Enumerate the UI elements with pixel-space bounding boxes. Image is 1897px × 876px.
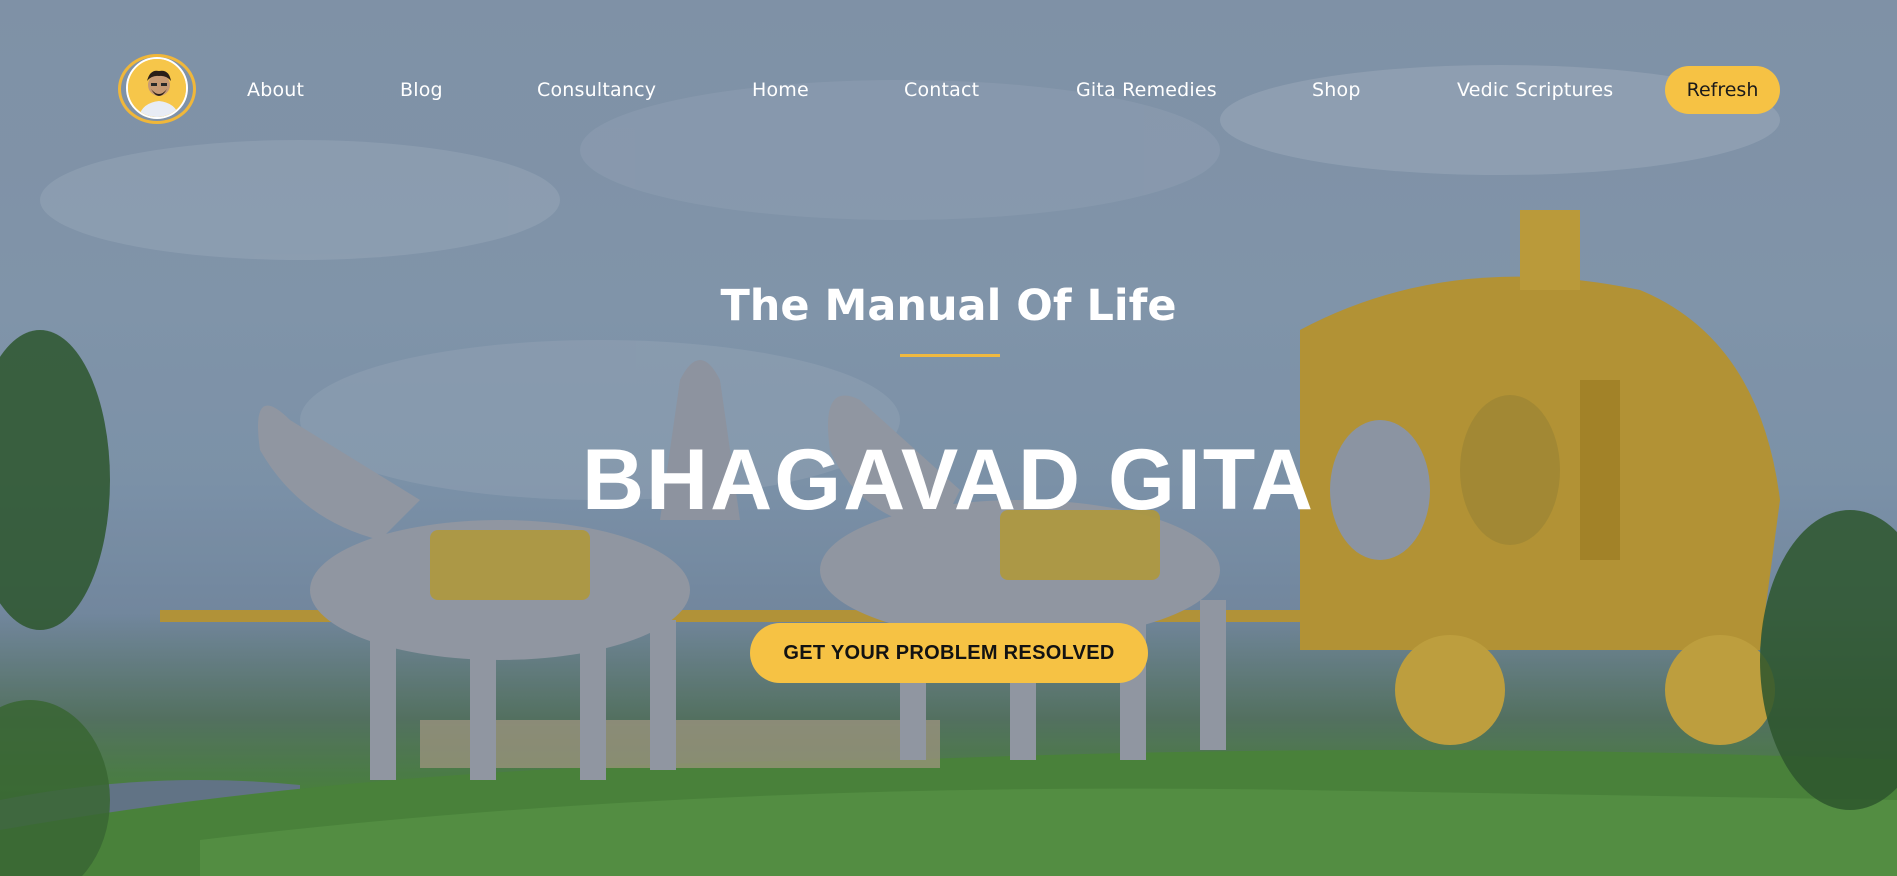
nav-item-consultancy[interactable]: Consultancy	[537, 78, 656, 102]
nav-item-about[interactable]: About	[247, 78, 304, 102]
profile-avatar-icon	[126, 57, 188, 119]
nav-item-home[interactable]: Home	[752, 78, 809, 102]
get-problem-resolved-button[interactable]: GET YOUR PROBLEM RESOLVED	[750, 623, 1148, 683]
hero-tagline: The Manual Of Life	[720, 281, 1177, 331]
nav-item-contact[interactable]: Contact	[904, 78, 979, 102]
hero-section: About Blog Consultancy Home Contact Gita…	[0, 0, 1897, 876]
nav-item-blog[interactable]: Blog	[400, 78, 443, 102]
nav-item-vedic-scriptures[interactable]: Vedic Scriptures	[1457, 78, 1613, 102]
top-navigation: About Blog Consultancy Home Contact Gita…	[0, 0, 1897, 180]
nav-item-gita-remedies[interactable]: Gita Remedies	[1076, 78, 1217, 102]
tagline-divider	[900, 354, 1000, 357]
site-logo[interactable]	[118, 54, 198, 126]
refresh-button[interactable]: Refresh	[1665, 66, 1780, 114]
hero-headline: BHAGAVAD GITA	[581, 432, 1316, 528]
nav-item-shop[interactable]: Shop	[1312, 78, 1361, 102]
